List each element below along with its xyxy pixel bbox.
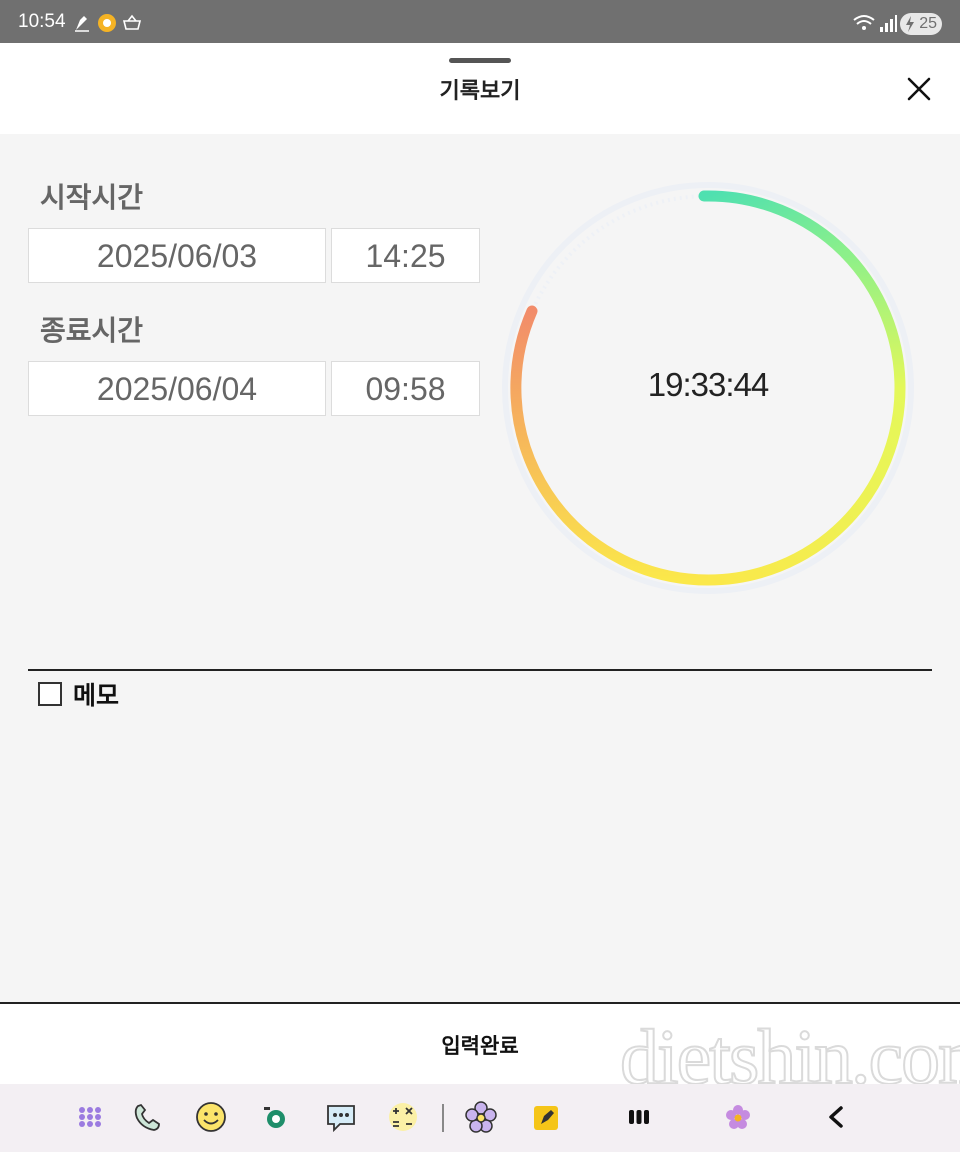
talk-icon[interactable] (258, 1100, 292, 1134)
end-time-field[interactable]: 09:58 (331, 361, 480, 416)
duration-value: 19:33:44 (647, 366, 769, 403)
start-time-field[interactable]: 14:25 (331, 228, 480, 283)
status-time: 10:54 (18, 11, 66, 32)
close-icon[interactable] (906, 76, 932, 102)
ring-arc-segment-2 (707, 387, 906, 586)
start-date-field[interactable]: 2025/06/03 (28, 228, 326, 283)
end-date-field[interactable]: 2025/06/04 (28, 361, 326, 416)
status-bar: 10:54 25 (0, 0, 960, 43)
message-icon[interactable] (324, 1100, 358, 1134)
phone-icon[interactable] (130, 1100, 164, 1134)
charging-icon (906, 16, 914, 32)
coin-notification-icon (98, 14, 116, 32)
ring-arc-segment-1 (510, 305, 714, 586)
signal-icon (880, 15, 897, 32)
back-icon[interactable] (819, 1100, 853, 1134)
wifi-icon (853, 15, 875, 30)
memo-label: 메모 (73, 681, 120, 710)
end-time-label: 종료시간 (40, 314, 144, 347)
footer: 입력완료 dietshin.com (0, 1002, 960, 1101)
sheet-header: 기록보기 (0, 43, 960, 134)
memo-checkbox[interactable] (38, 682, 62, 706)
basket-notification-icon (122, 14, 142, 30)
calculator-icon[interactable] (386, 1100, 420, 1134)
drag-handle[interactable] (449, 58, 511, 63)
recent-apps-icon[interactable] (622, 1100, 656, 1134)
pen-notification-icon (75, 16, 89, 32)
battery-indicator: 25 (900, 13, 942, 35)
page-title: 기록보기 (439, 79, 521, 104)
nav-separator (442, 1104, 444, 1132)
flower-app-icon[interactable] (464, 1100, 498, 1134)
home-flower-icon[interactable] (721, 1100, 755, 1134)
memo-divider (28, 669, 932, 671)
navigation-bar (0, 1084, 960, 1152)
apps-icon[interactable] (73, 1100, 107, 1134)
smiley-icon[interactable] (194, 1100, 228, 1134)
battery-level: 25 (919, 15, 937, 32)
start-time-label: 시작시간 (40, 181, 144, 214)
note-app-icon[interactable] (530, 1100, 564, 1134)
